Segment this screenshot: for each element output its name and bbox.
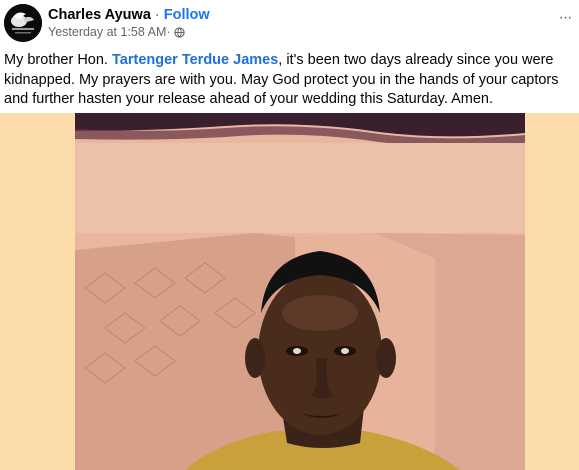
globe-icon bbox=[173, 27, 185, 38]
post-timestamp[interactable]: Yesterday at 1:58 AM bbox=[48, 25, 166, 40]
more-options-icon[interactable]: ··· bbox=[555, 10, 575, 30]
author-name[interactable]: Charles Ayuwa bbox=[48, 7, 151, 23]
separator-dot: · bbox=[150, 7, 164, 23]
avatar[interactable] bbox=[4, 4, 42, 42]
post-header: Charles Ayuwa · Follow Yesterday at 1:58… bbox=[0, 0, 579, 44]
post-photo[interactable] bbox=[75, 113, 525, 470]
post-media[interactable] bbox=[0, 113, 579, 470]
post-text: My brother Hon. Tartenger Terdue James, … bbox=[4, 51, 576, 110]
meta-separator: · bbox=[166, 25, 171, 39]
follow-button[interactable]: Follow bbox=[164, 7, 210, 23]
avatar-image bbox=[4, 4, 42, 42]
mention-link[interactable]: Tartenger Terdue James bbox=[112, 52, 278, 68]
post-meta: Yesterday at 1:58 AM · bbox=[48, 25, 185, 40]
author-line: Charles Ayuwa · Follow bbox=[48, 7, 210, 24]
post-text-intro: My brother Hon. bbox=[4, 52, 112, 68]
